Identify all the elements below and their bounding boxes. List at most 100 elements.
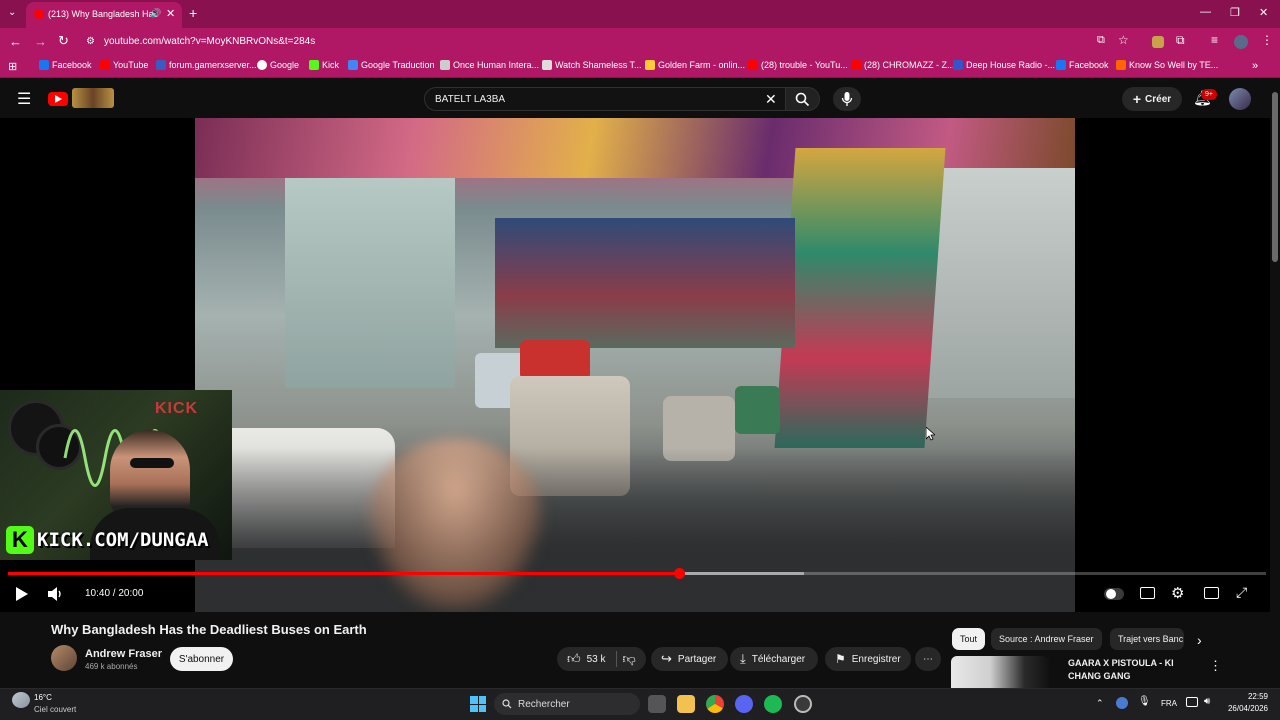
language-indicator[interactable]: FRA (1161, 699, 1177, 708)
steam-icon[interactable] (794, 695, 812, 713)
clock-date[interactable]: 26/04/2026 (1220, 704, 1268, 713)
minimize-icon[interactable]: — (1200, 6, 1211, 18)
chevron-right-icon[interactable]: › (1197, 632, 1202, 648)
weather-temp[interactable]: 16°C (34, 693, 52, 702)
thumbs-down-icon[interactable]: 👎︎ (623, 651, 636, 667)
building-right (925, 168, 1075, 398)
clock-time[interactable]: 22:59 (1230, 692, 1268, 701)
bookmark-trouble[interactable]: (28) trouble - YouTu... (748, 60, 848, 70)
spotify-icon[interactable] (764, 695, 782, 713)
theater-mode-icon[interactable] (1204, 587, 1219, 599)
close-tab-icon[interactable]: ✕ (166, 7, 175, 20)
blurred-hand (365, 438, 545, 612)
share-button[interactable]: ↪ Partager (651, 647, 728, 671)
bookmark-star-icon[interactable]: ☆ (1118, 33, 1129, 47)
network-icon[interactable] (1186, 697, 1198, 707)
save-button[interactable]: ⚑ Enregistrer (825, 647, 911, 671)
video-frame[interactable] (195, 118, 1075, 612)
bookmark-forum[interactable]: forum.gamerxserver... (156, 60, 257, 70)
bookmark-youtube[interactable]: YouTube (100, 60, 148, 70)
forward-icon[interactable]: → (34, 34, 47, 49)
recommended-thumbnail[interactable] (951, 656, 1049, 688)
subscribe-button[interactable]: S'abonner (170, 647, 233, 671)
doodle-logo-icon[interactable] (72, 88, 114, 108)
microphone-tray-icon[interactable]: 🎙︎ (1138, 696, 1151, 707)
search-input[interactable]: BATELT LA3BA (435, 94, 505, 105)
extension-icon[interactable] (1152, 36, 1164, 48)
voice-search-button[interactable] (833, 87, 861, 111)
site-info-icon[interactable]: ⚙ (86, 36, 95, 47)
clear-search-icon[interactable]: ✕ (765, 91, 777, 108)
hamburger-menu-icon[interactable]: ☰ (17, 89, 31, 109)
browser-tab[interactable]: (213) Why Bangladesh Has 🔊 ✕ (26, 2, 182, 28)
forum-icon (156, 60, 166, 70)
bookmark-google[interactable]: Google (257, 60, 299, 70)
bookmark-facebook-2[interactable]: Facebook (1056, 60, 1109, 70)
search-button[interactable] (786, 87, 820, 111)
recommended-title-line2[interactable]: CHANG GANG (1068, 671, 1131, 681)
bookmark-kick[interactable]: Kick (309, 60, 339, 70)
bookmark-know-so-well[interactable]: Know So Well by TE... (1116, 60, 1218, 70)
bookmark-golden-farm[interactable]: Golden Farm - onlin... (645, 60, 745, 70)
bookmark-chromazz[interactable]: (28) CHROMAZZ - Z... (851, 60, 955, 70)
like-count[interactable]: 53 k (587, 654, 606, 665)
thumbs-up-icon[interactable]: 👍︎ (567, 651, 581, 667)
weather-desc[interactable]: Ciel couvert (34, 705, 76, 714)
settings-gear-icon[interactable]: ⚙ (1171, 584, 1184, 602)
create-button[interactable]: + Créer (1122, 87, 1182, 111)
chip-trajet[interactable]: Trajet vers Banc (1110, 628, 1184, 650)
facebook-icon (1056, 60, 1066, 70)
recommended-title-line1[interactable]: GAARA X PISTOULA - KI (1068, 658, 1174, 668)
bookmark-facebook[interactable]: Facebook (39, 60, 92, 70)
weather-cloud-icon[interactable] (12, 692, 30, 708)
speaker-icon[interactable]: 🔊 (150, 8, 161, 19)
media-control-icon[interactable]: ≡ (1211, 33, 1218, 47)
close-window-icon[interactable]: ✕ (1259, 6, 1268, 19)
chip-source[interactable]: Source : Andrew Fraser (991, 628, 1102, 650)
new-tab-icon[interactable]: + (189, 5, 197, 21)
channel-avatar[interactable] (51, 645, 77, 671)
more-actions-button[interactable]: ⋯ (915, 647, 941, 671)
more-bookmarks-icon[interactable]: » (1252, 60, 1258, 72)
shameless-icon (542, 60, 552, 70)
kick-url-text: KICK.COM/DUNGAA (37, 529, 209, 551)
download-button[interactable]: ⤓ Télécharger (730, 647, 818, 671)
taskbar-search[interactable]: Rechercher (494, 693, 640, 715)
building-left (285, 178, 455, 388)
profile-avatar[interactable] (1234, 35, 1248, 49)
chip-all[interactable]: Tout (952, 628, 986, 650)
tray-chevron-up-icon[interactable]: ⌃ (1096, 698, 1104, 709)
windows-start-icon[interactable] (470, 696, 486, 712)
account-avatar[interactable] (1229, 88, 1251, 110)
bookmark-shameless[interactable]: Watch Shameless T... (542, 60, 642, 70)
back-icon[interactable]: ← (9, 34, 22, 49)
recommended-menu-icon[interactable]: ⋮ (1209, 658, 1222, 674)
notification-badge: 9+ (1201, 89, 1217, 100)
extensions-puzzle-icon[interactable]: ⧉ (1176, 33, 1185, 48)
reload-icon[interactable]: ↻ (58, 33, 69, 49)
search-box[interactable]: BATELT LA3BA ✕ (424, 87, 786, 111)
task-view-icon[interactable] (648, 695, 666, 713)
tab-list-chevron-icon[interactable]: ⌄ (8, 7, 16, 18)
tray-app-icon[interactable] (1116, 697, 1128, 709)
fullscreen-icon[interactable]: ⤢ (1236, 584, 1247, 601)
url-field[interactable]: youtube.com/watch?v=MoyKNBRvONs&t=284s (104, 36, 315, 47)
speaker-tray-icon[interactable]: 🔊︎ (1204, 696, 1210, 707)
bookmark-deep-house[interactable]: Deep House Radio -... (953, 60, 1055, 70)
volume-icon[interactable] (48, 587, 63, 601)
progress-scrubber[interactable] (673, 568, 685, 579)
browser-menu-icon[interactable]: ⋮ (1261, 33, 1273, 47)
play-icon[interactable] (15, 587, 28, 601)
file-explorer-icon[interactable] (677, 695, 695, 713)
video-progress-bar[interactable] (8, 568, 1266, 579)
chrome-icon[interactable] (706, 695, 724, 713)
apps-grid-icon[interactable]: ⊞ (8, 60, 17, 73)
bookmark-google-traduction[interactable]: Google Traduction (348, 60, 435, 70)
maximize-icon[interactable]: ❐ (1230, 6, 1240, 19)
bookmark-once-human[interactable]: Once Human Intera... (440, 60, 539, 70)
channel-name[interactable]: Andrew Fraser (85, 648, 162, 660)
subtitles-icon[interactable] (1140, 587, 1155, 599)
discord-icon[interactable] (735, 695, 753, 713)
install-app-icon[interactable]: ⧉ (1097, 34, 1105, 47)
scrollbar-thumb[interactable] (1272, 92, 1278, 262)
